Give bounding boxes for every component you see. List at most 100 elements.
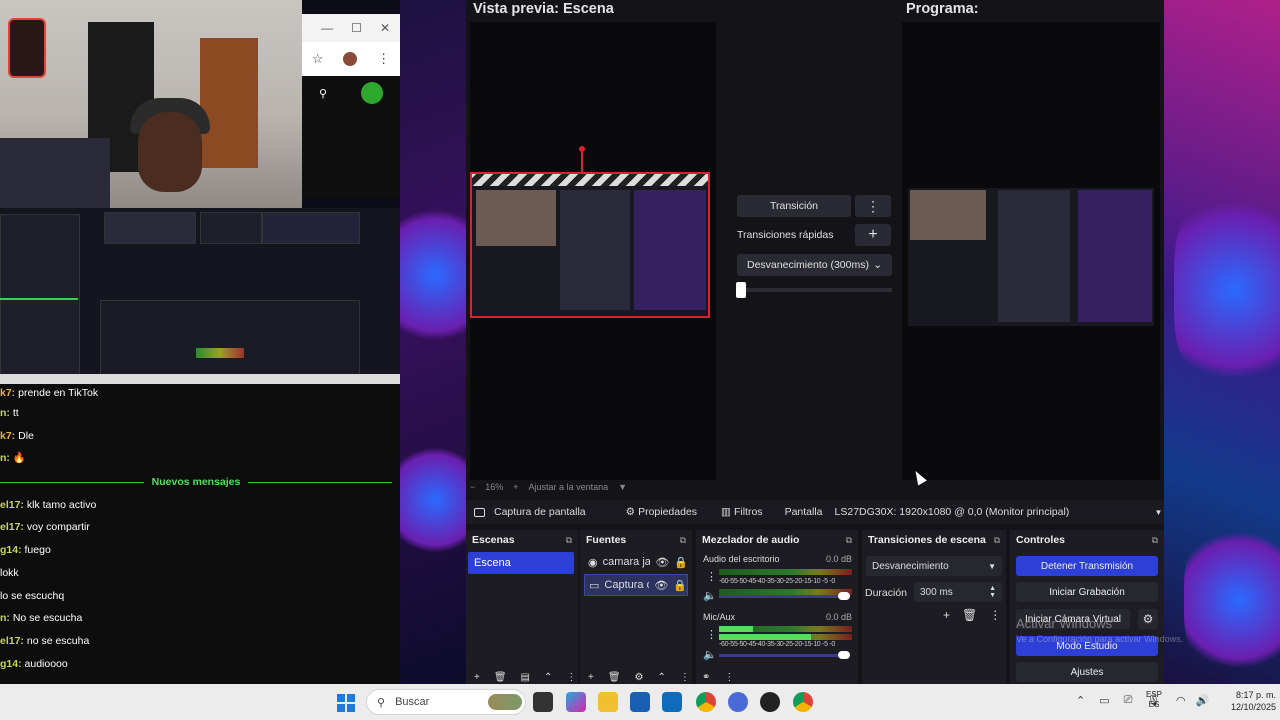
transition-button[interactable]: Transición — [737, 195, 851, 217]
volume-slider[interactable] — [719, 654, 849, 657]
chevron-up-icon[interactable]: ⌃ — [1076, 694, 1085, 707]
chat-message: el17: klk tamo activo — [0, 499, 97, 511]
chrome-icon[interactable] — [696, 692, 716, 712]
duration-spinbox[interactable]: 300 ms ▲ ▼ — [914, 582, 1002, 602]
transition-slider-handle[interactable] — [736, 282, 746, 298]
maximize-icon[interactable]: ☐ — [351, 21, 362, 35]
task-view-icon[interactable] — [533, 692, 553, 712]
add-source-icon[interactable]: + — [588, 672, 594, 683]
chat-panel: k7: prende en TikTok n: tt k7: Dle n: 🔥 … — [0, 384, 400, 684]
volume-slider-handle[interactable] — [838, 592, 850, 600]
network-volume[interactable]: ◠ 🔊 — [1176, 694, 1209, 707]
undock-icon[interactable]: ⧉ — [566, 535, 572, 546]
add-scene-icon[interactable]: + — [474, 672, 480, 683]
filters-button[interactable]: Filtros — [734, 506, 763, 518]
transition-slider-track[interactable] — [736, 288, 892, 292]
minimize-icon[interactable]: — — [321, 21, 333, 35]
obs-icon[interactable] — [760, 692, 780, 712]
search-icon[interactable]: ⚲ — [319, 87, 327, 100]
scene-filter-icon[interactable]: ▤ — [521, 672, 530, 683]
windows-start-icon[interactable] — [337, 694, 355, 712]
source-selection-box[interactable] — [470, 172, 710, 318]
volume-slider[interactable] — [719, 595, 849, 598]
browser-window-mini[interactable]: — ☐ ✕ ☆ ⋮ ⚲ — [302, 14, 400, 198]
transition-type-select[interactable]: Desvanecimiento ▼ — [866, 556, 1002, 576]
stop-streaming-button[interactable]: Detener Transmisión — [1016, 556, 1158, 576]
more-icon[interactable]: ⋮ — [989, 608, 1001, 622]
channel-menu-icon[interactable]: ⋮ — [706, 628, 717, 641]
wifi-icon: ◠ — [1176, 695, 1186, 707]
copilot-icon[interactable] — [566, 692, 586, 712]
add-quick-transition-icon[interactable]: + — [855, 224, 891, 246]
zoom-out-button[interactable]: − — [470, 482, 475, 492]
more-icon[interactable]: ⋮ — [724, 672, 734, 683]
scenes-title: Escenas — [472, 534, 515, 546]
move-up-icon[interactable]: ⌃ — [544, 672, 552, 683]
zoom-in-button[interactable]: + — [513, 482, 518, 492]
mixer-channel-level: 0.0 dB — [826, 554, 853, 564]
channel-menu-icon[interactable]: ⋮ — [706, 570, 717, 583]
display-select[interactable]: LS27DG30X: 1920x1080 @ 0,0 (Monitor prin… — [835, 506, 1155, 518]
battery-icon[interactable]: ▭ — [1099, 694, 1109, 707]
duration-label: Duración — [865, 587, 908, 599]
lock-icon[interactable]: 🔒 — [673, 579, 687, 592]
fit-to-window-label[interactable]: Ajustar a la ventana — [529, 482, 609, 492]
filters-icon[interactable]: ▥ — [721, 506, 731, 518]
gaming-chair — [0, 138, 110, 208]
scene-item[interactable]: Escena — [468, 552, 574, 574]
virtual-camera-settings-icon[interactable]: ⚙ — [1138, 609, 1158, 629]
extension-avatar[interactable] — [361, 82, 384, 104]
undock-icon[interactable]: ⧉ — [994, 535, 1000, 546]
file-explorer-icon[interactable] — [598, 692, 618, 712]
cast-icon[interactable]: ⎚ — [1124, 694, 1133, 707]
rotation-handle[interactable] — [579, 146, 585, 152]
remove-transition-icon[interactable]: 🗑 — [962, 608, 977, 622]
visibility-eye-icon[interactable]: 👁 — [654, 579, 668, 592]
spin-arrows-icon[interactable]: ▲ ▼ — [989, 585, 996, 599]
nested-meter — [196, 348, 244, 358]
link-icon[interactable]: ⚭ — [702, 672, 710, 683]
source-item[interactable]: ◉ camara ja 👁 🔒 — [584, 552, 688, 572]
remove-scene-icon[interactable]: 🗑 — [494, 672, 507, 683]
scene-transitions-title: Transiciones de escena — [868, 534, 986, 546]
source-item-selected[interactable]: ▭ Captura d 👁 🔒 — [584, 574, 688, 596]
volume-slider-handle[interactable] — [838, 651, 850, 659]
quick-transition-select[interactable]: Desvanecimiento (300ms) ⌄ — [737, 254, 892, 276]
mixer-channel-name: Mic/Aux — [703, 612, 736, 622]
zoom-dropdown-icon[interactable]: ▼ — [618, 482, 627, 492]
gear-icon[interactable]: ⚙ — [635, 672, 644, 683]
settings-button[interactable]: Ajustes — [1016, 662, 1158, 682]
more-icon[interactable]: ⋮ — [566, 672, 576, 683]
more-icon[interactable]: ⋮ — [680, 672, 690, 683]
start-recording-button[interactable]: Iniciar Grabación — [1016, 582, 1158, 602]
star-icon[interactable]: ☆ — [312, 51, 324, 67]
mixer-title: Mezclador de audio — [702, 534, 800, 546]
gear-icon[interactable]: ⚙ — [626, 506, 635, 518]
search-highlight-icon[interactable] — [488, 694, 522, 710]
store-icon[interactable] — [630, 692, 650, 712]
add-transition-icon[interactable]: + — [943, 608, 950, 622]
transition-menu-icon[interactable]: ⋮ — [855, 195, 891, 217]
profile-avatar[interactable] — [343, 52, 358, 66]
speaker-icon[interactable]: 🔈 — [703, 648, 717, 661]
outlook-icon[interactable] — [662, 692, 682, 712]
undock-icon[interactable]: ⧉ — [1152, 535, 1158, 546]
speaker-icon[interactable]: 🔈 — [703, 589, 717, 602]
app-icon[interactable] — [728, 692, 748, 712]
undock-icon[interactable]: ⧉ — [680, 535, 686, 546]
language-indicator[interactable]: ESP ES — [1146, 690, 1162, 710]
properties-button[interactable]: Propiedades — [638, 506, 697, 518]
remove-source-icon[interactable]: 🗑 — [608, 672, 621, 683]
move-up-icon[interactable]: ⌃ — [658, 672, 666, 683]
rotation-line — [581, 152, 583, 172]
visibility-eye-icon[interactable]: 👁 — [655, 556, 669, 569]
mixer-channel-level: 0.0 dB — [826, 612, 853, 622]
undock-icon[interactable]: ⧉ — [846, 535, 852, 546]
chat-message: lokk — [0, 567, 19, 579]
chrome-profile-icon[interactable] — [793, 692, 813, 712]
menu-icon[interactable]: ⋮ — [377, 51, 390, 67]
lock-icon[interactable]: 🔒 — [674, 556, 688, 569]
close-icon[interactable]: ✕ — [380, 21, 390, 35]
taskbar-clock[interactable]: 8:17 p. m. 12/10/2025 — [1214, 689, 1276, 713]
display-dropdown-icon[interactable]: ▼ — [1155, 508, 1163, 517]
